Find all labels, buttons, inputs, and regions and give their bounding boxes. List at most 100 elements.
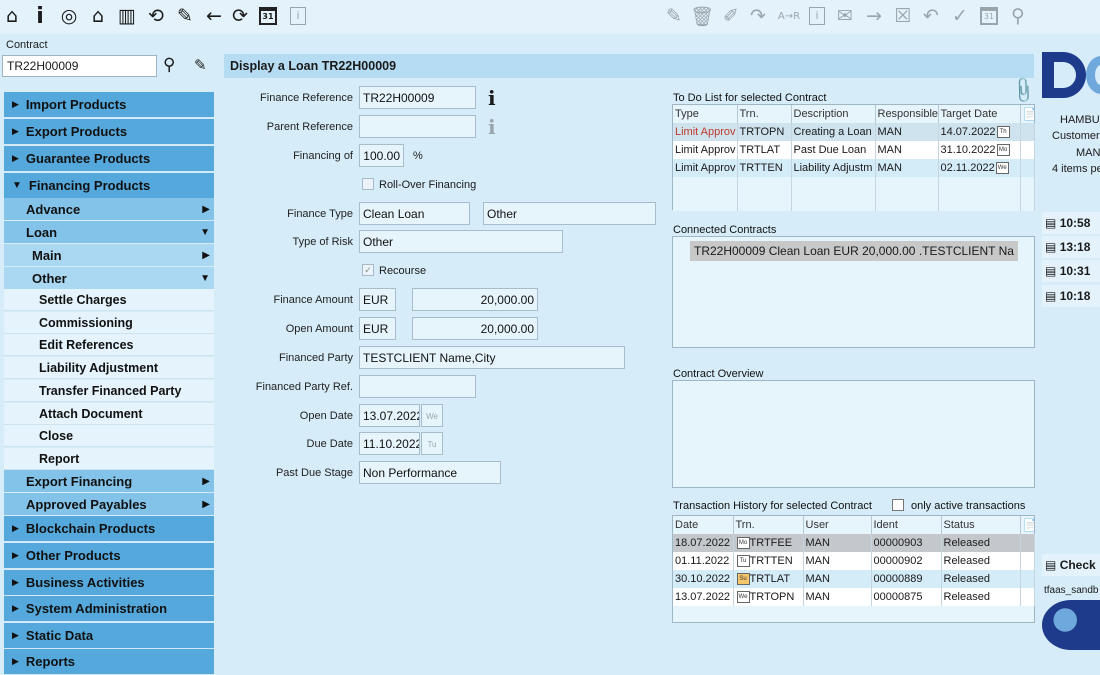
nav-settle-charges[interactable]: Settle Charges (4, 289, 214, 311)
connected-contract-item[interactable]: TR22H00009 Clean Loan EUR 20,000.00 .TES… (690, 241, 1018, 261)
finance-type-field: Clean Loan (359, 202, 470, 225)
todo-col-trn[interactable]: Trn. (737, 105, 792, 123)
nav-guarantee-products[interactable]: ▶ Guarantee Products (4, 146, 214, 172)
history-cell: 01.11.2022 (673, 552, 734, 570)
contract-label: Contract (6, 39, 48, 51)
calendar-icon[interactable]: 31 (256, 4, 280, 28)
nav-close[interactable]: Close (4, 425, 214, 447)
nav-financing-products[interactable]: ▼ Financing Products (4, 173, 214, 199)
home-icon[interactable]: ⌂ (0, 4, 24, 28)
list-item[interactable]: ▤ 10:18 (1042, 285, 1100, 307)
reload-icon[interactable]: ⟳ (228, 4, 252, 28)
history-cell: MAN (803, 588, 872, 606)
list-item[interactable]: ▤ 10:58 (1042, 212, 1100, 234)
todo-cell: 31.10.2022 (940, 143, 996, 156)
nav-commissioning[interactable]: Commissioning (4, 312, 214, 334)
book-icon[interactable]: ▥ (115, 4, 139, 28)
todo-cell: Limit Approv (673, 123, 738, 141)
history-copy-icon[interactable]: 📄 (1023, 518, 1035, 532)
table-row[interactable]: 18.07.2022 Mo TRTFEE MAN 00000903 Release… (673, 534, 1035, 552)
todo-cell: TRTOPN (737, 123, 792, 141)
nav-reports[interactable]: ▶ Reports (4, 649, 214, 675)
doc-icon: ▤ (1045, 216, 1057, 230)
history-col-user[interactable]: User (803, 516, 872, 534)
refresh-doc-icon[interactable]: ⟲ (144, 4, 168, 28)
nav-report[interactable]: Report (4, 448, 214, 470)
finance-type-label: Finance Type (287, 208, 353, 220)
nav-liability-adjustment[interactable]: Liability Adjustment (4, 357, 214, 379)
finance-reference-field: TR22H00009 (359, 86, 476, 109)
nav-system-administration[interactable]: ▶ System Administration (4, 596, 214, 622)
recourse-label: Recourse (379, 265, 427, 277)
nav-blockchain-products[interactable]: ▶ Blockchain Products (4, 516, 214, 542)
nav-export-financing[interactable]: Export Financing ▶ (4, 470, 214, 492)
todo-cell: 14.07.2022 (940, 125, 996, 138)
calendar-day-icon: We (995, 162, 1009, 175)
inbox-icon[interactable]: ⌂ (86, 4, 110, 28)
target-icon[interactable]: ◎ (57, 4, 81, 28)
table-row[interactable]: Limit Approv TRTLAT Past Due Loan MAN 31… (673, 141, 1035, 159)
history-cell: 30.10.2022 (673, 570, 734, 588)
customer-label: Customer (1052, 130, 1100, 142)
history-col-date[interactable]: Date (673, 516, 734, 534)
nav-export-products[interactable]: ▶ Export Products (4, 119, 214, 145)
financing-of-field: 100.00 (359, 144, 404, 167)
nav-approved-payables[interactable]: Approved Payables ▶ (4, 493, 214, 515)
open-amount-field: 20,000.00 (412, 317, 538, 340)
history-cell: MAN (803, 552, 872, 570)
finance-reference-info-icon[interactable]: i (488, 86, 496, 110)
edit-contract-icon[interactable]: ✎ (194, 56, 207, 74)
table-row[interactable]: 13.07.2022 We TRTOPN MAN 00000875 Release… (673, 588, 1035, 606)
todo-copy-icon[interactable]: 📄 (1023, 107, 1035, 121)
table-row[interactable]: Limit Approv TRTTEN Liability Adjustm MA… (673, 159, 1035, 177)
history-col-trn[interactable]: Trn. (733, 516, 804, 534)
user-avatar[interactable] (1042, 600, 1100, 650)
history-col-status[interactable]: Status (941, 516, 1021, 534)
edit-doc-icon: ✎ (666, 5, 682, 27)
calendar-day-icon: Tu (736, 555, 750, 568)
todo-col-description[interactable]: Description (791, 105, 876, 123)
back-arrow-icon[interactable]: ← (202, 4, 226, 28)
edit-icon[interactable]: ✎ (173, 4, 197, 28)
table-row[interactable]: 01.11.2022 Tu TRTTEN MAN 00000902 Release… (673, 552, 1035, 570)
nav-import-products[interactable]: ▶ Import Products (4, 92, 214, 118)
search-contract-icon[interactable]: ⚲ (163, 55, 175, 75)
info-box-icon-2: i (805, 4, 829, 28)
nav-transfer-financed-party[interactable]: Transfer Financed Party (4, 380, 214, 402)
todo-col-target-date[interactable]: Target Date (938, 105, 1021, 123)
rollover-checkbox (362, 178, 374, 190)
nav-attach-document[interactable]: Attach Document (4, 403, 214, 425)
only-active-checkbox[interactable] (892, 499, 904, 511)
check-button[interactable]: ▤ Check (1042, 554, 1100, 576)
nav-edit-references[interactable]: Edit References (4, 334, 214, 356)
list-item[interactable]: ▤ 10:31 (1042, 260, 1100, 282)
nav-business-activities[interactable]: ▶ Business Activities (4, 570, 214, 596)
history-cell: MAN (803, 570, 872, 588)
todo-col-responsible[interactable]: Responsible (875, 105, 939, 123)
nav-other-products[interactable]: ▶ Other Products (4, 543, 214, 569)
nav-advance[interactable]: Advance ▶ (4, 198, 214, 220)
table-row[interactable]: Limit Approv TRTOPN Creating a Loan MAN … (673, 123, 1035, 141)
todo-cell: MAN (875, 141, 939, 159)
doc-icon: ▤ (1045, 558, 1057, 572)
list-item[interactable]: ▤ 13:18 (1042, 236, 1100, 258)
info-icon[interactable]: i (28, 4, 52, 29)
nav-loan[interactable]: Loan ▼ (4, 221, 214, 243)
open-amount-currency: EUR (359, 317, 396, 340)
nav-other[interactable]: Other ▼ (4, 267, 214, 289)
nav-static-data[interactable]: ▶ Static Data (4, 623, 214, 649)
search-icon: ⚲ (1011, 5, 1025, 27)
forward-arrow-icon: ↷ (750, 5, 766, 27)
todo-col-type[interactable]: Type (673, 105, 738, 123)
paperclip-icon[interactable]: 📎 (1008, 75, 1039, 105)
todo-cell: TRTTEN (737, 159, 792, 177)
todo-cell: Limit Approv (673, 159, 738, 177)
nav-main[interactable]: Main ▶ (4, 244, 214, 266)
history-cell: Released (941, 534, 1021, 552)
table-row[interactable]: 30.10.2022 Su TRTLAT MAN 00000889 Release… (673, 570, 1035, 588)
type-of-risk-field: Other (359, 230, 563, 253)
history-col-ident[interactable]: Ident (871, 516, 942, 534)
toolbar: ⌂ i ◎ ⌂ ▥ ⟲ ✎ ← ⟳ 31 i ✎ 🗑 ✐ ↷ A→R i ✉ →… (0, 0, 1100, 34)
contract-input[interactable]: TR22H00009 (2, 55, 157, 77)
a-to-r-icon: A→R (777, 10, 801, 22)
